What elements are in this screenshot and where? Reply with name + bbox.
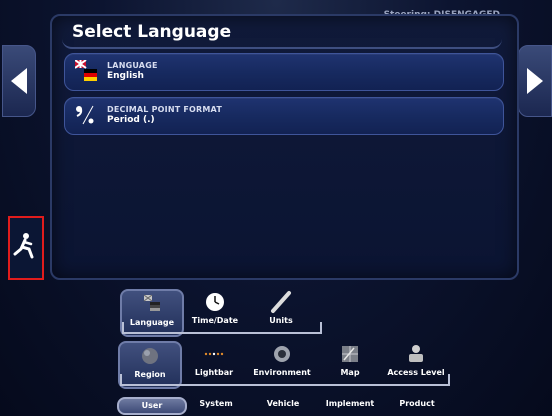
tab-implement[interactable]: Implement: [317, 397, 383, 411]
tab-product[interactable]: Product: [384, 397, 450, 411]
tab-system[interactable]: System: [183, 397, 249, 411]
page-title: Select Language: [72, 22, 232, 42]
language-flag-icon: [143, 294, 160, 311]
run-screen-button[interactable]: [8, 216, 44, 280]
setting-value: English: [107, 71, 144, 81]
tab-vehicle[interactable]: Vehicle: [250, 397, 316, 411]
setting-label: DECIMAL POINT FORMAT: [107, 105, 222, 114]
decimal-point-setting-row[interactable]: DECIMAL POINT FORMAT Period (.): [64, 97, 504, 135]
user-icon: [409, 345, 423, 362]
next-page-button[interactable]: [518, 45, 552, 117]
decimal-point-icon: [76, 105, 94, 125]
clock-icon: [206, 293, 224, 311]
previous-page-button[interactable]: [2, 45, 36, 117]
lightbar-icon: [204, 352, 224, 356]
setting-value: Period (.): [107, 115, 155, 125]
tab-user[interactable]: User: [117, 397, 187, 415]
tab-group-bracket: [120, 374, 450, 386]
language-setting-row[interactable]: LANGUAGE English: [64, 53, 504, 91]
flag-icon: [75, 60, 97, 81]
globe-icon: [142, 348, 158, 364]
map-icon: [342, 346, 358, 362]
walking-person-icon: [13, 233, 34, 259]
speaker-icon: [274, 346, 290, 362]
ruler-icon: [271, 291, 291, 313]
screen: Steering: DISENGAGED Select Language LAN…: [0, 0, 552, 416]
setting-label: LANGUAGE: [107, 61, 158, 70]
arrow-right-icon: [527, 68, 543, 94]
tab-group-bracket: [122, 322, 322, 334]
arrow-left-icon: [11, 68, 27, 94]
